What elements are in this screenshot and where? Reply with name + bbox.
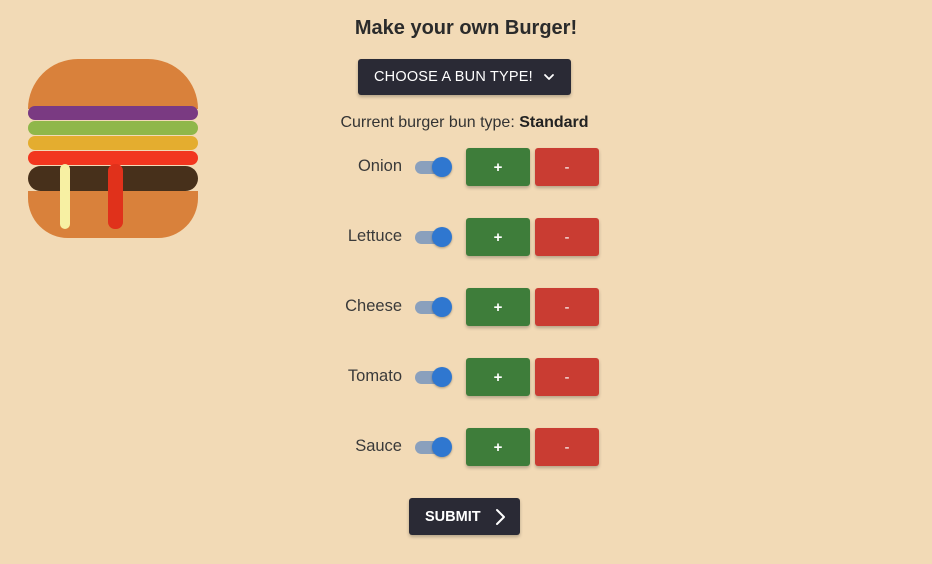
- ingredient-row-sauce: Sauce + -: [0, 428, 932, 466]
- add-onion-button[interactable]: +: [466, 148, 530, 186]
- ingredient-toggle-cheese[interactable]: [415, 297, 453, 317]
- ingredient-toggle-onion[interactable]: [415, 157, 453, 177]
- current-bun-value: Standard: [519, 114, 589, 131]
- chevron-right-icon: [493, 508, 507, 526]
- ingredient-toggle-lettuce[interactable]: [415, 227, 453, 247]
- chevron-down-icon: [543, 71, 555, 83]
- page-title: Make your own Burger!: [354, 17, 578, 39]
- add-sauce-button[interactable]: +: [466, 428, 530, 466]
- current-bun-text: Current burger bun type: Standard: [0, 114, 929, 132]
- ingredient-toggle-sauce[interactable]: [415, 437, 453, 457]
- ingredient-row-lettuce: Lettuce + -: [0, 218, 932, 256]
- remove-sauce-button[interactable]: -: [535, 428, 599, 466]
- toggle-thumb: [432, 437, 452, 457]
- add-lettuce-button[interactable]: +: [466, 218, 530, 256]
- ingredient-label: Tomato: [347, 367, 402, 385]
- add-cheese-button[interactable]: +: [466, 288, 530, 326]
- toggle-thumb: [432, 157, 452, 177]
- choose-bun-button[interactable]: CHOOSE A BUN TYPE!: [358, 59, 571, 95]
- add-tomato-button[interactable]: +: [466, 358, 530, 396]
- choose-bun-label: CHOOSE A BUN TYPE!: [374, 69, 533, 85]
- ingredient-row-cheese: Cheese + -: [0, 288, 932, 326]
- toggle-thumb: [432, 227, 452, 247]
- current-bun-prefix: Current burger bun type:: [340, 114, 520, 131]
- ingredient-toggle-tomato[interactable]: [415, 367, 453, 387]
- ingredient-row-onion: Onion + -: [0, 148, 932, 186]
- toggle-thumb: [432, 367, 452, 387]
- ingredient-row-tomato: Tomato + -: [0, 358, 932, 396]
- submit-button[interactable]: SUBMIT: [409, 498, 520, 535]
- ingredient-label: Onion: [357, 157, 402, 175]
- ingredient-label: Cheese: [345, 297, 402, 315]
- ingredient-label: Sauce: [355, 437, 402, 455]
- remove-tomato-button[interactable]: -: [535, 358, 599, 396]
- burger-bun-top: [28, 59, 198, 109]
- ingredient-label: Lettuce: [347, 227, 402, 245]
- remove-onion-button[interactable]: -: [535, 148, 599, 186]
- remove-cheese-button[interactable]: -: [535, 288, 599, 326]
- submit-label: SUBMIT: [425, 508, 481, 525]
- toggle-thumb: [432, 297, 452, 317]
- remove-lettuce-button[interactable]: -: [535, 218, 599, 256]
